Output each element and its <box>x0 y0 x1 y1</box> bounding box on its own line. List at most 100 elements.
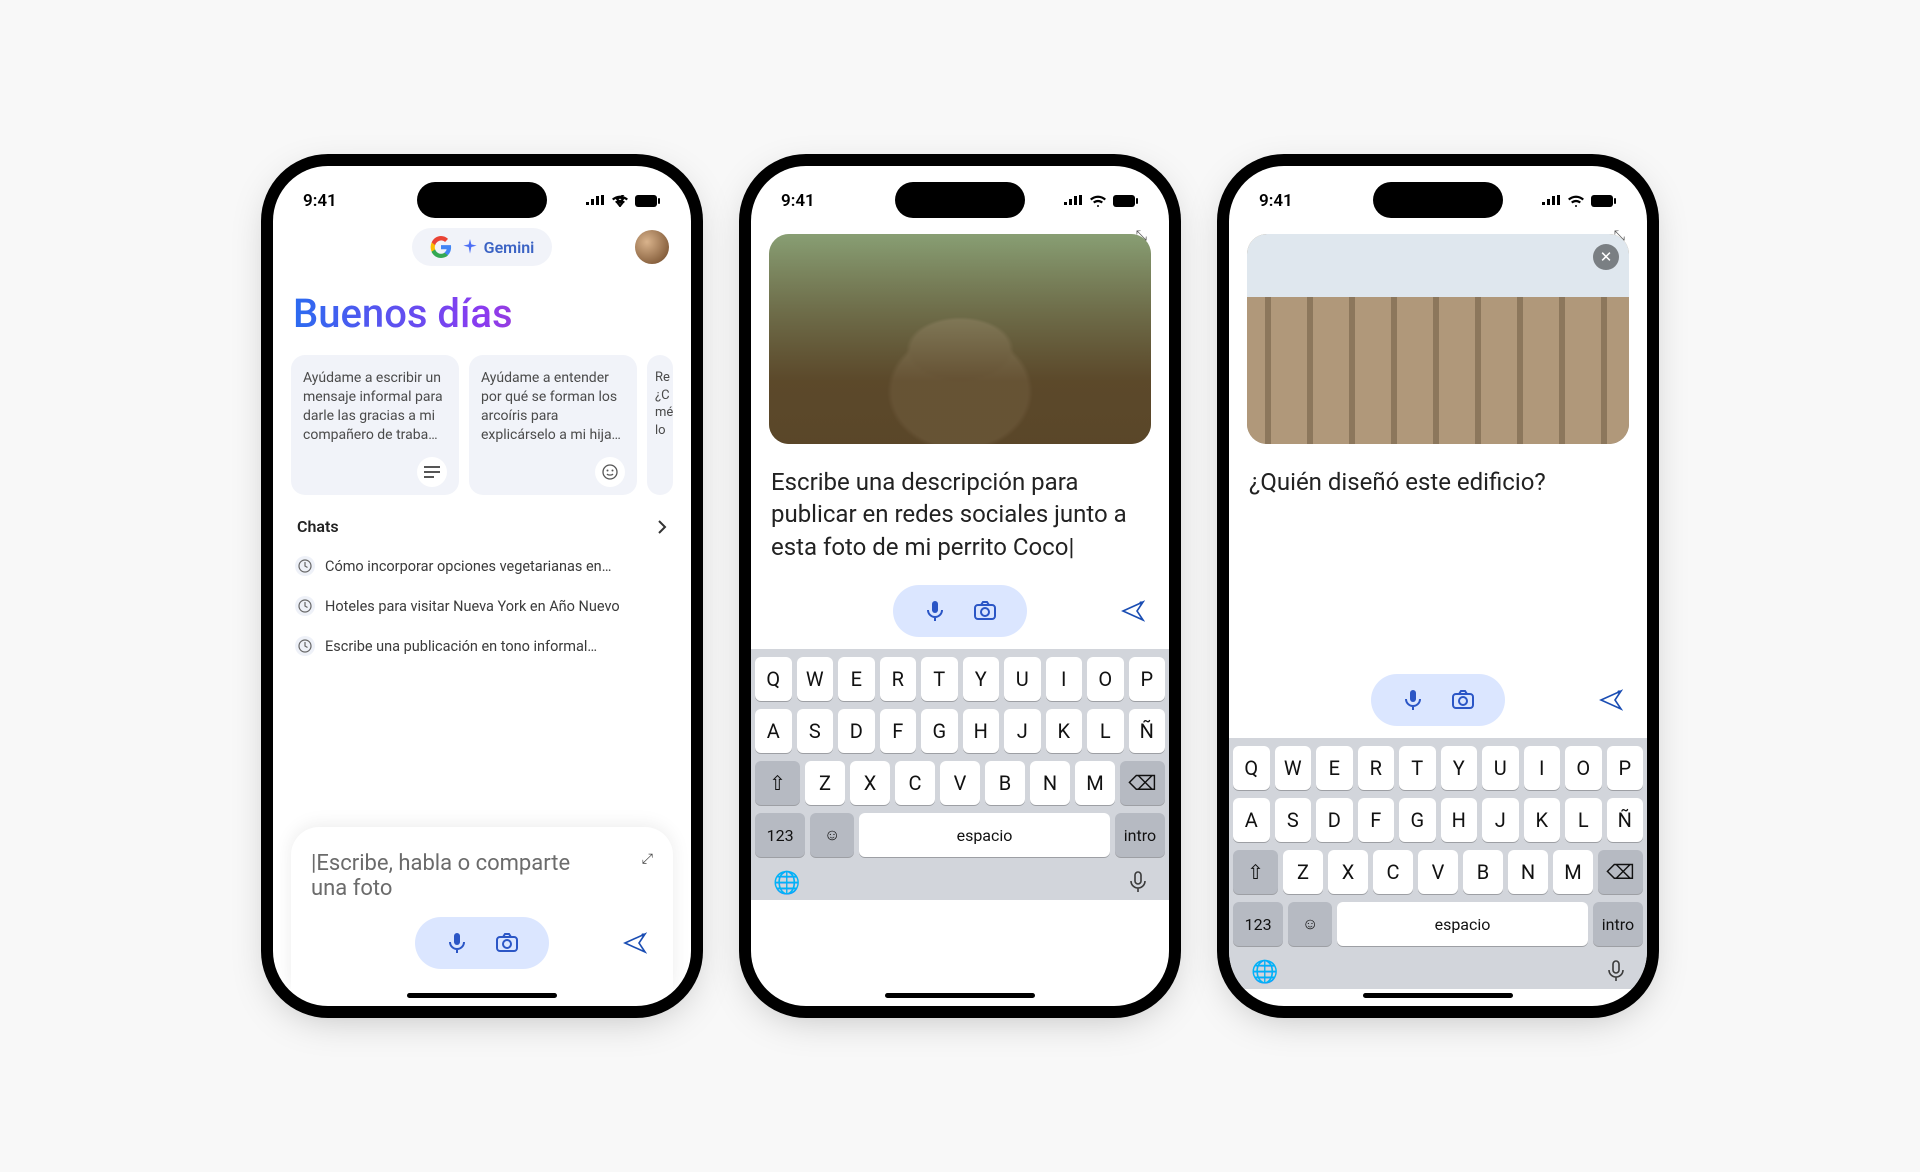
dictation-icon[interactable] <box>1129 871 1147 896</box>
prompt-input[interactable]: Escribe una descripción para publicar en… <box>771 466 1149 563</box>
key[interactable]: Y <box>1441 746 1478 790</box>
globe-icon[interactable]: 🌐 <box>1251 960 1278 985</box>
key[interactable]: Ñ <box>1607 798 1644 842</box>
key[interactable]: D <box>838 709 875 753</box>
microphone-icon[interactable] <box>1401 688 1425 712</box>
key[interactable]: E <box>1316 746 1353 790</box>
key[interactable]: H <box>963 709 1000 753</box>
key[interactable]: Z <box>805 761 845 805</box>
attached-image[interactable] <box>769 234 1151 444</box>
key[interactable]: T <box>1399 746 1436 790</box>
history-icon <box>295 596 315 616</box>
camera-icon[interactable] <box>495 931 519 955</box>
key[interactable]: E <box>838 657 875 701</box>
key[interactable]: A <box>755 709 792 753</box>
key[interactable]: J <box>1004 709 1041 753</box>
key[interactable]: K <box>1524 798 1561 842</box>
key[interactable]: G <box>921 709 958 753</box>
camera-icon[interactable] <box>973 599 997 623</box>
key[interactable]: P <box>1129 657 1166 701</box>
remove-image-icon[interactable]: ✕ <box>1593 244 1619 270</box>
keyboard-row: 123 ☺ espacio intro <box>755 813 1165 857</box>
chat-history-item[interactable]: Hoteles para visitar Nueva York en Año N… <box>291 586 673 626</box>
composer-input[interactable]: |Escribe, habla o comparte una foto ⤢ <box>311 851 653 901</box>
key[interactable]: W <box>797 657 834 701</box>
key[interactable]: M <box>1075 761 1115 805</box>
key[interactable]: U <box>1482 746 1519 790</box>
key[interactable]: B <box>1463 850 1503 894</box>
key[interactable]: A <box>1233 798 1270 842</box>
key[interactable]: N <box>1030 761 1070 805</box>
key[interactable]: V <box>940 761 980 805</box>
key[interactable]: X <box>1328 850 1368 894</box>
key[interactable]: Q <box>755 657 792 701</box>
key[interactable]: J <box>1482 798 1519 842</box>
send-icon[interactable] <box>623 932 647 954</box>
key[interactable]: F <box>1358 798 1395 842</box>
key[interactable]: L <box>1565 798 1602 842</box>
key[interactable]: I <box>1046 657 1083 701</box>
key[interactable]: V <box>1418 850 1458 894</box>
key[interactable]: I <box>1524 746 1561 790</box>
emoji-key[interactable]: ☺ <box>1288 902 1332 946</box>
key[interactable]: Z <box>1283 850 1323 894</box>
numbers-key[interactable]: 123 <box>755 813 805 857</box>
backspace-key[interactable]: ⌫ <box>1598 850 1643 894</box>
key[interactable]: N <box>1508 850 1548 894</box>
send-icon[interactable] <box>1121 600 1145 622</box>
key[interactable]: C <box>895 761 935 805</box>
key[interactable]: Ñ <box>1129 709 1166 753</box>
key[interactable]: F <box>880 709 917 753</box>
key[interactable]: Q <box>1233 746 1270 790</box>
suggestion-card[interactable]: Ayúdame a escribir un mensaje informal p… <box>291 355 459 495</box>
camera-icon[interactable] <box>1451 688 1475 712</box>
key[interactable]: X <box>850 761 890 805</box>
key[interactable]: S <box>1275 798 1312 842</box>
enter-key[interactable]: intro <box>1115 813 1165 857</box>
key[interactable]: M <box>1553 850 1593 894</box>
space-key[interactable]: espacio <box>859 813 1110 857</box>
key[interactable]: D <box>1316 798 1353 842</box>
key[interactable]: K <box>1046 709 1083 753</box>
home-indicator[interactable] <box>407 993 557 998</box>
send-icon[interactable] <box>1599 689 1623 711</box>
key[interactable]: W <box>1275 746 1312 790</box>
brand-switcher[interactable]: Gemini <box>412 228 553 266</box>
suggestion-card[interactable]: Ayúdame a entender por qué se forman los… <box>469 355 637 495</box>
home-indicator[interactable] <box>885 993 1035 998</box>
key[interactable]: U <box>1004 657 1041 701</box>
enter-key[interactable]: intro <box>1593 902 1643 946</box>
prompt-input[interactable]: ¿Quién diseñó este edificio? <box>1249 466 1627 498</box>
key[interactable]: G <box>1399 798 1436 842</box>
key[interactable]: P <box>1607 746 1644 790</box>
profile-avatar[interactable] <box>635 230 669 264</box>
key[interactable]: L <box>1087 709 1124 753</box>
dictation-icon[interactable] <box>1607 960 1625 985</box>
key[interactable]: S <box>797 709 834 753</box>
key[interactable]: R <box>1358 746 1395 790</box>
globe-icon[interactable]: 🌐 <box>773 871 800 896</box>
chat-history-item[interactable]: Cómo incorporar opciones vegetarianas en… <box>291 546 673 586</box>
key[interactable]: O <box>1565 746 1602 790</box>
space-key[interactable]: espacio <box>1337 902 1588 946</box>
shift-key[interactable]: ⇧ <box>755 761 800 805</box>
key[interactable]: Y <box>963 657 1000 701</box>
chats-header[interactable]: Chats <box>291 513 673 540</box>
home-indicator[interactable] <box>1363 993 1513 998</box>
microphone-icon[interactable] <box>923 599 947 623</box>
key[interactable]: T <box>921 657 958 701</box>
key[interactable]: B <box>985 761 1025 805</box>
key[interactable]: H <box>1441 798 1478 842</box>
attached-image[interactable]: ✕ <box>1247 234 1629 444</box>
chat-history-item[interactable]: Escribe una publicación en tono informal… <box>291 626 673 666</box>
microphone-icon[interactable] <box>445 931 469 955</box>
backspace-key[interactable]: ⌫ <box>1120 761 1165 805</box>
expand-icon[interactable]: ⤢ <box>642 851 653 867</box>
key[interactable]: O <box>1087 657 1124 701</box>
shift-key[interactable]: ⇧ <box>1233 850 1278 894</box>
numbers-key[interactable]: 123 <box>1233 902 1283 946</box>
suggestion-card-peek[interactable]: Re ¿C mé lo <box>647 355 673 495</box>
emoji-key[interactable]: ☺ <box>810 813 854 857</box>
key[interactable]: R <box>880 657 917 701</box>
key[interactable]: C <box>1373 850 1413 894</box>
